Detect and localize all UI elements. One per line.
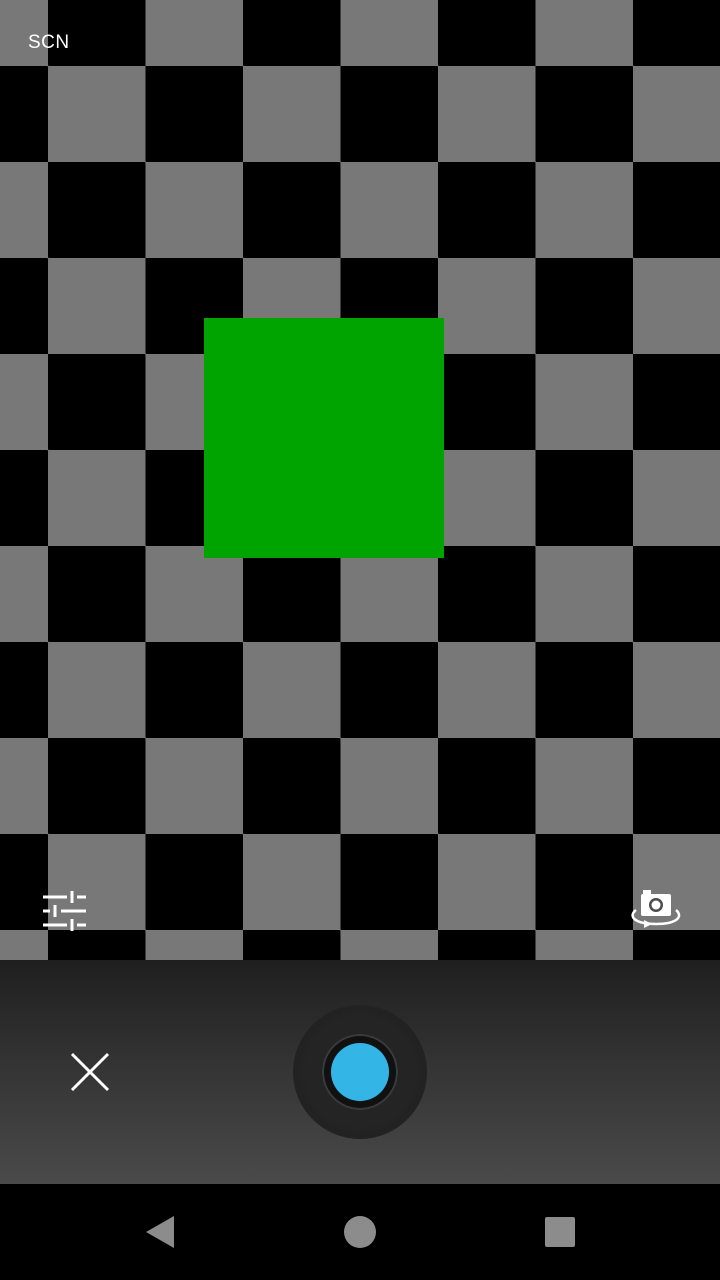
shutter-button[interactable] <box>293 1005 427 1139</box>
home-icon <box>344 1216 376 1248</box>
camera-viewfinder[interactable]: SCN <box>0 0 720 960</box>
scene-mode-label[interactable]: SCN <box>28 32 70 54</box>
shutter-record-dot <box>331 1043 389 1101</box>
settings-button[interactable] <box>36 884 92 940</box>
switch-camera-icon <box>631 890 681 928</box>
home-button[interactable] <box>336 1208 384 1256</box>
back-button[interactable] <box>136 1208 184 1256</box>
green-square-subject <box>204 318 444 558</box>
camera-app: SCN <box>0 0 720 1280</box>
recents-icon <box>545 1217 575 1247</box>
switch-camera-button[interactable] <box>624 884 688 940</box>
camera-control-bar <box>0 960 720 1184</box>
recents-button[interactable] <box>536 1208 584 1256</box>
sliders-icon <box>43 891 86 931</box>
close-button[interactable] <box>66 1048 114 1096</box>
shutter-inner-ring <box>322 1034 398 1110</box>
system-navigation-bar <box>0 1184 720 1280</box>
back-icon <box>146 1216 174 1248</box>
close-icon <box>70 1052 110 1092</box>
